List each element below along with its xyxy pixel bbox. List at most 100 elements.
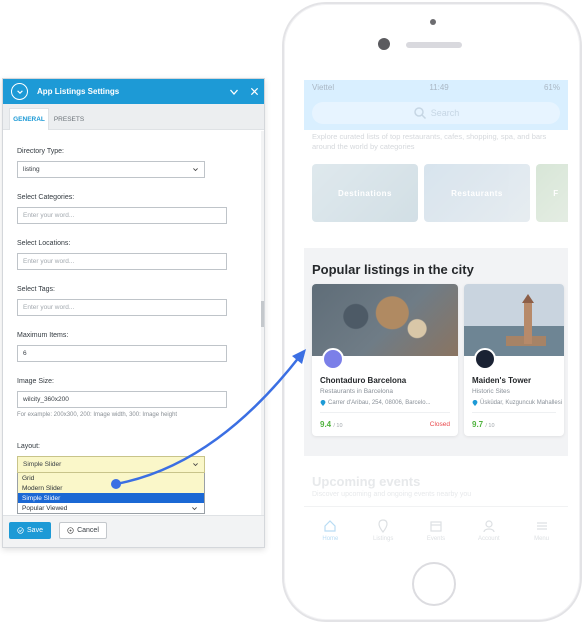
search-icon <box>413 107 426 120</box>
score-value: 9.7 <box>472 420 484 429</box>
close-icon <box>250 87 258 96</box>
location-pin-icon <box>320 400 326 406</box>
tab-menu[interactable]: Menu <box>515 507 568 554</box>
image-size-help: For example: 200x300, 200: Image width, … <box>17 412 178 418</box>
category-card-restaurants[interactable]: Restaurants <box>424 164 530 222</box>
listing-name: Maiden's Tower <box>472 376 532 385</box>
location-icon <box>378 519 388 533</box>
directory-type-select[interactable]: listing <box>17 161 205 178</box>
chevron-circle-icon[interactable] <box>11 83 28 100</box>
phone-screen: Viettel 11:49 61% Search Explore curated… <box>304 80 568 554</box>
tab-events[interactable]: Events <box>410 507 463 554</box>
check-circle-icon <box>17 527 24 534</box>
cancel-button[interactable]: Cancel <box>59 522 107 539</box>
tab-presets[interactable]: PRESETS <box>51 108 87 130</box>
divider <box>472 412 556 413</box>
tab-home[interactable]: Home <box>304 507 357 554</box>
layout-option-grid[interactable]: Grid <box>18 473 204 483</box>
popular-section: Popular listings in the city Chontaduro … <box>304 248 568 456</box>
listing-address-text: Üsküdar, Kuzguncuk Mahallesi <box>480 400 563 406</box>
score-max: / 10 <box>333 423 343 429</box>
listing-subtitle: Restaurants in Barcelona <box>320 388 393 395</box>
search-header: Search <box>304 94 568 130</box>
panel-tabs: GENERAL PRESETS <box>3 104 264 130</box>
calendar-icon <box>430 521 442 532</box>
listing-name: Chontaduro Barcelona <box>320 376 407 385</box>
location-pin-icon <box>472 400 478 406</box>
panel-footer: Save Cancel <box>3 515 264 547</box>
listing-status: Closed <box>429 421 450 428</box>
settings-panel: App Listings Settings GENERAL PRESETS Di… <box>2 78 265 548</box>
tab-listings[interactable]: Listings <box>357 507 410 554</box>
listing-image <box>464 284 564 356</box>
collapse-button[interactable] <box>224 79 244 104</box>
cancel-circle-icon <box>67 527 74 534</box>
panel-header: App Listings Settings <box>3 79 264 104</box>
tab-bar: Home Listings Events Account Menu <box>304 506 568 554</box>
status-carrier: Viettel <box>312 82 335 92</box>
directory-type-value: listing <box>23 166 40 173</box>
menu-icon <box>536 522 547 530</box>
locations-input[interactable]: Enter your word... <box>17 253 227 270</box>
tab-general[interactable]: GENERAL <box>9 108 49 130</box>
chevron-down-icon <box>230 89 238 95</box>
category-card-destinations[interactable]: Destinations <box>312 164 418 222</box>
listing-card[interactable]: Maiden's Tower Historic Sites Üsküdar, K… <box>464 284 564 436</box>
category-label: Restaurants <box>451 188 503 198</box>
chevron-down-icon <box>193 168 198 172</box>
score-value: 9.4 <box>320 420 332 429</box>
status-time: 11:49 <box>429 82 449 92</box>
status-battery: 61% <box>543 82 560 92</box>
user-icon <box>483 520 495 533</box>
score-max: / 10 <box>485 423 495 429</box>
save-button[interactable]: Save <box>9 522 51 539</box>
layout-option-label: Popular Viewed <box>22 504 68 512</box>
image-size-input[interactable]: wilcity_360x200 <box>17 391 227 408</box>
listing-image <box>312 284 458 356</box>
phone-mockup: Viettel 11:49 61% Search Explore curated… <box>282 2 582 622</box>
listing-address: Üsküdar, Kuzguncuk Mahallesi <box>472 400 562 406</box>
listing-card[interactable]: Chontaduro Barcelona Restaurants in Barc… <box>312 284 458 436</box>
category-label: F <box>553 188 559 198</box>
tags-input[interactable]: Enter your word... <box>17 299 227 316</box>
tab-label: Account <box>477 536 500 542</box>
listing-logo <box>322 348 344 370</box>
panel-title: App Listings Settings <box>37 87 120 96</box>
category-card-partial[interactable]: F <box>536 164 568 222</box>
layout-select[interactable]: Simple Slider <box>17 456 205 473</box>
tab-label: Home <box>322 536 339 542</box>
categories-input[interactable]: Enter your word... <box>17 207 227 224</box>
layout-option-modern-slider[interactable]: Modern Slider <box>18 483 204 493</box>
phone-camera <box>378 38 390 50</box>
search-input[interactable]: Search <box>312 102 560 124</box>
tags-label: Select Tags: <box>17 286 56 293</box>
stage: { "panel": { "title": "App Listings Sett… <box>0 0 585 626</box>
listing-logo <box>474 348 496 370</box>
tab-account[interactable]: Account <box>462 507 515 554</box>
phone-sensor <box>430 19 436 25</box>
panel-body: Directory Type: listing Select Categorie… <box>3 131 264 517</box>
layout-option-popular-viewed[interactable]: Popular Viewed <box>18 503 204 513</box>
tab-label: Listings <box>373 536 394 542</box>
layout-label: Layout: <box>17 443 40 450</box>
category-label: Destinations <box>337 188 392 198</box>
upcoming-title: Upcoming events <box>312 474 421 489</box>
cancel-label: Cancel <box>77 527 99 534</box>
tab-label: Events <box>426 536 446 542</box>
layout-option-simple-slider[interactable]: Simple Slider <box>18 493 204 503</box>
home-icon <box>324 520 336 532</box>
max-items-label: Maximum Items: <box>17 332 69 339</box>
categories-label: Select Categories: <box>17 194 75 201</box>
image-size-label: Image Size: <box>17 378 54 385</box>
layout-dropdown: Grid Modern Slider Simple Slider Popular… <box>17 473 205 514</box>
directory-type-label: Directory Type: <box>17 148 64 155</box>
tower-illustration <box>522 294 534 344</box>
locations-label: Select Locations: <box>17 240 71 247</box>
max-items-input[interactable]: 6 <box>17 345 227 362</box>
status-bar: Viettel 11:49 61% <box>304 80 568 94</box>
upcoming-subtitle: Discover upcoming and ongoing events nea… <box>312 491 472 498</box>
chevron-down-icon <box>193 463 198 467</box>
tab-label: Menu <box>534 536 550 542</box>
close-button[interactable] <box>244 79 264 104</box>
save-label: Save <box>27 527 43 534</box>
